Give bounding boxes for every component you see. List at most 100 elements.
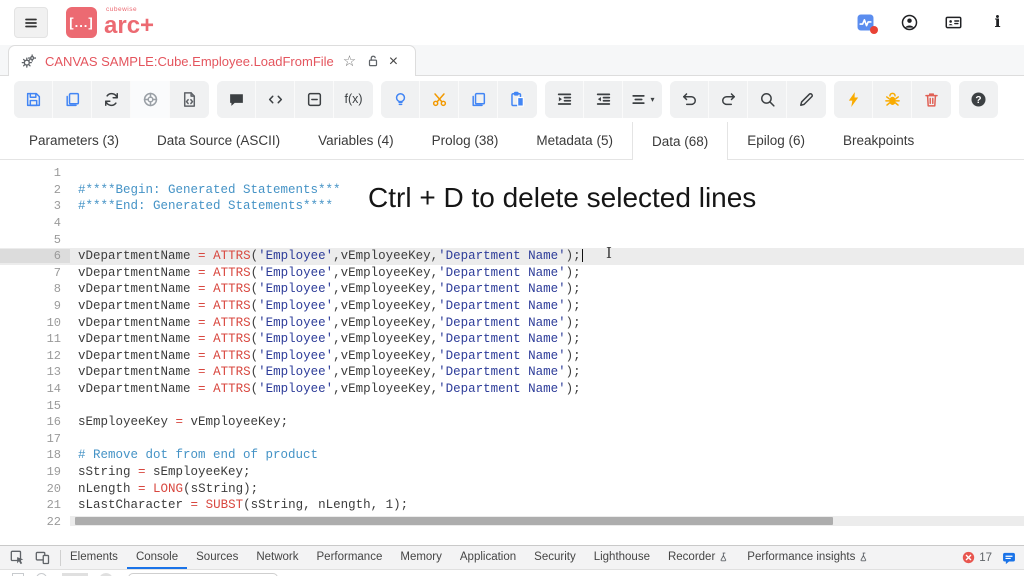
duplicate-button[interactable] [53,81,92,118]
devtools-tab-sources[interactable]: Sources [187,546,247,569]
scrollbar-thumb[interactable] [75,517,833,525]
performance-monitor-button[interactable] [857,14,874,31]
devtools-tab-memory[interactable]: Memory [391,546,451,569]
code-line-4[interactable]: 4 [0,215,1024,232]
code-line-15[interactable]: 15 [0,397,1024,414]
favorite-star-button[interactable]: ☆ [343,54,357,68]
save-button[interactable] [14,81,53,118]
source-file-button[interactable] [170,81,209,118]
comment-button[interactable] [217,81,256,118]
devtools-tab-network[interactable]: Network [247,546,307,569]
code-text: sEmployeeKey = vEmployeeKey; [70,415,288,429]
code-line-20[interactable]: 20nLength = LONG(sString); [0,480,1024,497]
horizontal-scrollbar[interactable] [70,516,1024,526]
devtools-tab-recorder[interactable]: Recorder [659,546,738,569]
line-number: 1 [0,166,70,180]
line-number: 5 [0,233,70,247]
devtools-tab-performance-insights[interactable]: Performance insights [738,546,878,569]
format-button[interactable]: ▾ [623,81,662,118]
code-line-21[interactable]: 21sLastCharacter = SUBST(sString, nLengt… [0,497,1024,514]
search-button[interactable] [748,81,787,118]
devtools-tab-performance[interactable]: Performance [308,546,392,569]
code-line-18[interactable]: 18# Remove dot from end of product [0,447,1024,464]
tab-prolog-38[interactable]: Prolog (38) [413,122,518,159]
issues-button[interactable] [1002,551,1016,565]
code-line-5[interactable]: 5 [0,231,1024,248]
code-text: vDepartmentName = ATTRS('Employee',vEmpl… [70,299,581,313]
collapse-button[interactable] [295,81,334,118]
devtools-bar: ElementsConsoleSourcesNetworkPerformance… [0,545,1024,570]
code-line-8[interactable]: 8vDepartmentName = ATTRS('Employee',vEmp… [0,281,1024,298]
devtools-tab-security[interactable]: Security [525,546,585,569]
outdent-button[interactable] [584,81,623,118]
code-line-7[interactable]: 7vDepartmentName = ATTRS('Employee',vEmp… [0,265,1024,282]
devtools-tab-application[interactable]: Application [451,546,525,569]
line-number: 3 [0,199,70,213]
indent-button[interactable] [545,81,584,118]
text-caret [582,249,583,262]
flash-icon [845,91,862,108]
tab-parameters-3[interactable]: Parameters (3) [10,122,138,159]
document-tab[interactable]: CANVAS SAMPLE:Cube.Employee.LoadFromFile… [8,45,416,76]
pencil-icon [798,91,815,108]
code-line-17[interactable]: 17 [0,431,1024,448]
close-tab-button[interactable]: × [389,54,403,68]
device-toolbar-button[interactable] [35,550,50,565]
tab-data-source-ascii[interactable]: Data Source (ASCII) [138,122,299,159]
code-block-button[interactable] [256,81,295,118]
tab-metadata-5[interactable]: Metadata (5) [517,122,632,159]
tab-epilog-6[interactable]: Epilog (6) [728,122,824,159]
delete-button[interactable] [912,81,951,118]
inspect-icon [10,550,25,565]
code-line-14[interactable]: 14vDepartmentName = ATTRS('Employee',vEm… [0,381,1024,398]
info-button[interactable]: i [989,14,1006,31]
chat-icon [1002,551,1016,565]
line-number: 12 [0,349,70,363]
inspect-element-button[interactable] [10,550,25,565]
undo-button[interactable] [670,81,709,118]
tab-variables-4[interactable]: Variables (4) [299,122,413,159]
line-number: 9 [0,299,70,313]
menu-button[interactable] [14,7,48,38]
function-button[interactable]: f(x) [334,81,373,118]
tab-data-68[interactable]: Data (68) [632,122,728,160]
refresh-button[interactable] [92,81,131,118]
unlock-button[interactable] [366,54,380,68]
help-button[interactable]: ? [959,81,998,118]
code-line-13[interactable]: 13vDepartmentName = ATTRS('Employee',vEm… [0,364,1024,381]
error-badge[interactable]: 17 [962,551,992,564]
account-button[interactable] [901,14,918,31]
devtools-tab-console[interactable]: Console [127,546,187,569]
line-number: 2 [0,183,70,197]
code-line-9[interactable]: 9vDepartmentName = ATTRS('Employee',vEmp… [0,298,1024,315]
license-card-button[interactable] [945,14,962,31]
tab-breakpoints[interactable]: Breakpoints [824,122,933,159]
cut-button[interactable] [420,81,459,118]
redo-button[interactable] [709,81,748,118]
devtools-tab-elements[interactable]: Elements [61,546,127,569]
code-line-11[interactable]: 11vDepartmentName = ATTRS('Employee',vEm… [0,331,1024,348]
code-editor[interactable]: 12#****Begin: Generated Statements***3#*… [0,160,1024,526]
debug-button[interactable] [873,81,912,118]
code-line-12[interactable]: 12vDepartmentName = ATTRS('Employee',vEm… [0,348,1024,365]
code-line-16[interactable]: 16sEmployeeKey = vEmployeeKey; [0,414,1024,431]
line-number: 19 [0,465,70,479]
code-line-6[interactable]: 6vDepartmentName = ATTRS('Employee',vEmp… [0,248,1024,265]
code-line-10[interactable]: 10vDepartmentName = ATTRS('Employee',vEm… [0,314,1024,331]
code-line-1[interactable]: 1 [0,165,1024,182]
hint-button[interactable] [381,81,420,118]
line-number: 4 [0,216,70,230]
section-tabs: Parameters (3)Data Source (ASCII)Variabl… [0,122,1024,160]
copy-lines-button[interactable] [459,81,498,118]
id-card-icon [945,14,962,31]
devtools-tab-label: Elements [70,551,118,563]
line-number: 14 [0,382,70,396]
run-button[interactable] [834,81,873,118]
preview-button[interactable] [131,81,170,118]
refresh-icon [103,91,120,108]
paste-button[interactable] [498,81,537,118]
code-line-19[interactable]: 19sString = sEmployeeKey; [0,464,1024,481]
devtools-tab-lighthouse[interactable]: Lighthouse [585,546,659,569]
line-number: 13 [0,365,70,379]
edit-button[interactable] [787,81,826,118]
